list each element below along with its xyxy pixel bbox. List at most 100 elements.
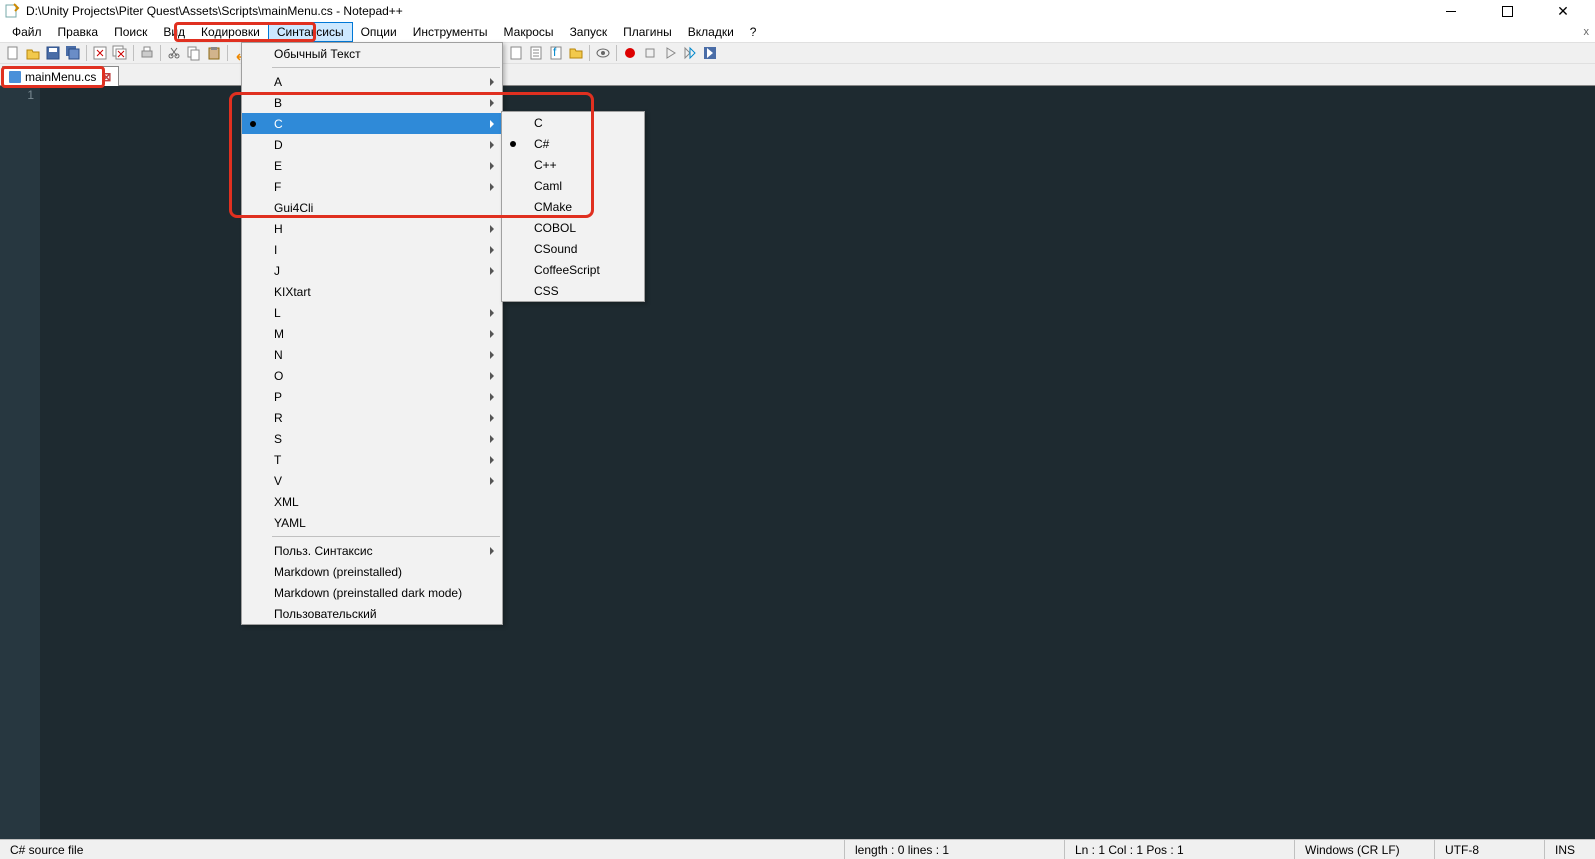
syntax-c-submenu: CC#C++CamlCMakeCOBOLCSound CoffeeScript CS… [501, 111, 645, 302]
save-icon[interactable] [44, 44, 62, 62]
menu-item[interactable]: O [242, 365, 502, 386]
file-type-icon [9, 71, 21, 83]
minimize-button[interactable] [1431, 1, 1471, 21]
menu-item-макросы[interactable]: Макросы [496, 23, 562, 41]
menu-item-файл[interactable]: Файл [4, 23, 50, 41]
status-eol: Windows (CR LF) [1295, 840, 1435, 859]
status-bar: C# source file length : 0 lines : 1 Ln :… [0, 839, 1595, 859]
func-list-icon[interactable]: f [547, 44, 565, 62]
menu-item[interactable]: R [242, 407, 502, 428]
open-file-icon[interactable] [24, 44, 42, 62]
menu-item[interactable]: C [502, 112, 644, 133]
menu-item-label: Markdown (preinstalled dark mode) [274, 586, 462, 600]
menu-item-поиск[interactable]: Поиск [106, 23, 155, 41]
menu-item-запуск[interactable]: Запуск [562, 23, 616, 41]
menu-item[interactable]: CMake [502, 196, 644, 217]
menu-item[interactable]: E [242, 155, 502, 176]
menu-item[interactable]: CSound [502, 238, 644, 259]
monitor-icon[interactable] [594, 44, 612, 62]
menu-item-label: XML [274, 495, 299, 509]
menu-item-label: T [274, 453, 281, 467]
menu-item[interactable]: N [242, 344, 502, 365]
play-icon[interactable] [661, 44, 679, 62]
title-bar: D:\Unity Projects\Piter Quest\Assets\Scr… [0, 0, 1595, 22]
menu-item-label: Gui4Cli [274, 201, 313, 215]
secondary-close-icon[interactable]: x [1584, 26, 1590, 38]
menu-item[interactable]: B [242, 92, 502, 113]
new-file-icon[interactable] [4, 44, 22, 62]
menu-item[interactable]: Польз. Синтаксис [242, 540, 502, 561]
menu-item[interactable]: H [242, 218, 502, 239]
menu-item[interactable]: V [242, 470, 502, 491]
save-macro-icon[interactable] [701, 44, 719, 62]
menu-item[interactable]: M [242, 323, 502, 344]
stop-icon[interactable] [641, 44, 659, 62]
menu-item[interactable]: XML [242, 491, 502, 512]
menu-item-label: Markdown (preinstalled) [274, 565, 402, 579]
tab-close-icon[interactable]: ⊠ [100, 71, 112, 83]
close-file-icon[interactable] [91, 44, 109, 62]
menu-item-label: Польз. Синтаксис [274, 544, 373, 558]
cut-icon[interactable] [165, 44, 183, 62]
menu-item-label: J [274, 264, 280, 278]
menu-item[interactable]: S [242, 428, 502, 449]
menu-item-label: V [274, 474, 282, 488]
close-button[interactable]: ✕ [1543, 1, 1583, 21]
print-icon[interactable] [138, 44, 156, 62]
status-filetype: C# source file [0, 840, 845, 859]
menu-item-label: F [274, 180, 281, 194]
menu-item[interactable]: Markdown (preinstalled) [242, 561, 502, 582]
editor-area: 1 [0, 86, 1595, 839]
close-all-icon[interactable] [111, 44, 129, 62]
menu-item-плагины[interactable]: Плагины [615, 23, 680, 41]
menu-item[interactable]: Markdown (preinstalled dark mode) [242, 582, 502, 603]
tab-bar: mainMenu.cs ⊠ [0, 64, 1595, 86]
menu-item[interactable]: COBOL [502, 217, 644, 238]
menu-item[interactable]: Обычный Текст [242, 43, 502, 64]
menu-item[interactable]: I [242, 239, 502, 260]
menu-item-?[interactable]: ? [742, 23, 765, 41]
file-tab[interactable]: mainMenu.cs ⊠ [2, 66, 119, 86]
folder-icon[interactable] [567, 44, 585, 62]
paste-icon[interactable] [205, 44, 223, 62]
menu-item-label: S [274, 432, 282, 446]
menu-item-label: KIXtart [274, 285, 311, 299]
menu-item[interactable]: F [242, 176, 502, 197]
check-mark-icon [510, 141, 516, 147]
menu-item-инструменты[interactable]: Инструменты [405, 23, 496, 41]
menu-item[interactable]: Gui4Cli [242, 197, 502, 218]
menu-item[interactable]: CoffeeScript [502, 259, 644, 280]
menu-item-label: I [274, 243, 277, 257]
menu-item[interactable]: Caml [502, 175, 644, 196]
menu-item-синтаксисы[interactable]: Синтаксисы [268, 22, 353, 42]
doc-map-icon[interactable] [507, 44, 525, 62]
menu-item-вкладки[interactable]: Вкладки [680, 23, 742, 41]
menu-item[interactable]: KIXtart [242, 281, 502, 302]
menu-item-кодировки[interactable]: Кодировки [193, 23, 268, 41]
menu-item-вид[interactable]: Вид [155, 23, 193, 41]
save-all-icon[interactable] [64, 44, 82, 62]
menu-item[interactable]: YAML [242, 512, 502, 533]
window-controls: ✕ [1431, 1, 1591, 21]
menu-item[interactable]: C [242, 113, 502, 134]
maximize-button[interactable] [1487, 1, 1527, 21]
menu-item[interactable]: J [242, 260, 502, 281]
play-multi-icon[interactable] [681, 44, 699, 62]
menu-item[interactable]: A [242, 71, 502, 92]
menu-item[interactable]: L [242, 302, 502, 323]
copy-icon[interactable] [185, 44, 203, 62]
menu-item-опции[interactable]: Опции [353, 23, 405, 41]
menu-item[interactable]: CSS [502, 280, 644, 301]
doc-list-icon[interactable] [527, 44, 545, 62]
check-mark-icon [250, 121, 256, 127]
menu-item[interactable]: C# [502, 133, 644, 154]
menu-item[interactable]: T [242, 449, 502, 470]
menu-item[interactable]: D [242, 134, 502, 155]
menu-item[interactable]: Пользовательский [242, 603, 502, 624]
record-icon[interactable] [621, 44, 639, 62]
menu-item-правка[interactable]: Правка [50, 23, 107, 41]
menu-item-label: CoffeeScript [534, 263, 600, 277]
menu-item[interactable]: P [242, 386, 502, 407]
menu-item[interactable]: C++ [502, 154, 644, 175]
line-number-gutter: 1 [0, 86, 40, 839]
